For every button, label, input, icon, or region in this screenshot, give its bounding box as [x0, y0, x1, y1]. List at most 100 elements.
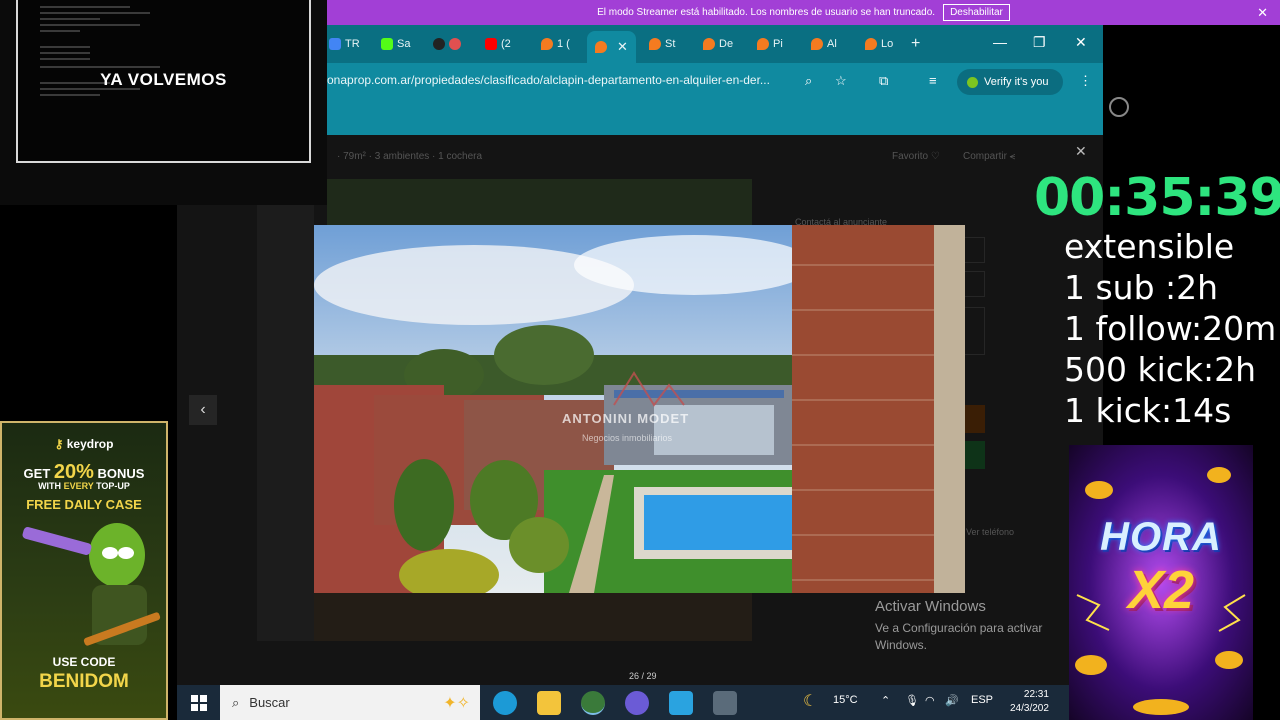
watermark-brand: ANTONINI MODET — [562, 411, 690, 426]
topup-prefix: WITH — [38, 481, 64, 491]
tab-label: Sa — [397, 38, 411, 50]
key-icon: ⚷ — [54, 437, 64, 451]
discord-icon[interactable] — [625, 691, 649, 715]
sparkle-icon: ✦✧ — [443, 695, 470, 712]
chevron-up-icon[interactable]: ⌃ — [881, 694, 890, 707]
taskbar-search[interactable]: ⌕ Buscar ✦✧ — [220, 685, 480, 720]
zonaprop-icon — [541, 38, 553, 50]
tab-9[interactable]: Pi — [757, 33, 783, 55]
terminal-text-line — [40, 30, 80, 32]
chevron-left-icon: ‹ — [200, 401, 206, 418]
media-controls-icon[interactable]: ≡ — [929, 73, 937, 88]
tab-8[interactable]: De — [703, 33, 733, 55]
zoom-icon[interactable]: ⌕ — [805, 73, 812, 89]
address-bar: onaprop.com.ar/propiedades/clasificado/a… — [327, 63, 1103, 99]
app-f-icon[interactable] — [669, 691, 693, 715]
verify-icon — [967, 76, 978, 88]
terminal-text-line — [40, 66, 160, 68]
courtyard-photo — [314, 225, 965, 593]
keydrop-logo: ⚷ keydrop — [2, 437, 166, 451]
microphone-icon[interactable]: 🎙 — [905, 694, 919, 707]
zonaprop-icon — [703, 38, 715, 50]
rule-line: extensible — [1064, 227, 1235, 266]
bonus-percent: 20% — [53, 461, 94, 483]
tab-active[interactable]: ✕ — [587, 31, 636, 63]
share-button[interactable]: Compartir ⪪ — [963, 151, 1015, 162]
zonaprop-icon — [757, 38, 769, 50]
file-explorer-icon[interactable] — [537, 691, 561, 715]
url-text[interactable]: onaprop.com.ar/propiedades/clasificado/a… — [327, 73, 770, 87]
youtube-icon — [485, 38, 497, 50]
menu-kebab-icon[interactable]: ⋮ — [1079, 73, 1092, 89]
calculator-icon[interactable] — [713, 691, 737, 715]
keydrop-ad: ⚷ keydrop GET 20% BONUS WITH EVERY TOP-U… — [0, 421, 168, 720]
tab-5[interactable]: 1 ( — [541, 33, 570, 55]
tab-label: De — [719, 38, 734, 50]
tab-label: Lo — [881, 38, 894, 50]
windows-start-icon[interactable] — [191, 695, 207, 711]
topup-highlight: EVERY — [63, 481, 94, 491]
background-photo — [257, 205, 314, 641]
restore-icon[interactable]: ❐ — [1033, 34, 1046, 51]
bonus-prefix: GET — [23, 466, 54, 481]
clock[interactable]: 22:31 24/3/202 — [1010, 688, 1049, 716]
previous-photo-button[interactable]: ‹ — [189, 395, 217, 425]
hora-x2-ad: HORA X2 — [1069, 445, 1253, 720]
tab-label: TR — [345, 38, 360, 50]
masked-character-illustration — [22, 523, 161, 646]
streamer-banner-message: El modo Streamer está habilitado. Los no… — [597, 7, 936, 18]
modal-close-icon[interactable]: ✕ — [1075, 143, 1087, 160]
extensions-icon[interactable]: ⧉ — [879, 73, 888, 89]
tab-3[interactable] — [433, 33, 461, 55]
banner-close-icon[interactable]: ✕ — [1257, 5, 1268, 21]
tab-2[interactable]: Sa — [381, 33, 410, 55]
topup-line: WITH EVERY TOP-UP — [2, 481, 166, 491]
moon-weather-icon: ☾ — [803, 693, 818, 710]
clock-time: 22:31 — [1023, 689, 1049, 700]
temperature[interactable]: 15°C — [833, 694, 858, 706]
phone-button[interactable]: Ver teléfono — [966, 527, 1014, 537]
bookmark-star-icon[interactable]: ☆ — [835, 73, 847, 89]
rule-line: 1 kick:14s — [1064, 391, 1232, 430]
tab-4[interactable]: (2 — [485, 33, 511, 55]
favorite-button[interactable]: Favorito ♡ — [892, 151, 940, 162]
docs-icon — [329, 38, 341, 50]
wifi-icon[interactable]: ◠ — [925, 694, 935, 707]
x2-title: X2 — [1127, 560, 1195, 620]
listing-summary: · 79m² · 3 ambientes · 1 cochera — [337, 151, 483, 162]
edge-icon[interactable] — [493, 691, 517, 715]
volume-icon[interactable]: 🔊 — [945, 694, 959, 707]
listing-photo: ANTONINI MODET Negocios inmobiliarios — [314, 225, 965, 593]
verify-label: Verify it's you — [984, 76, 1049, 88]
subathon-rules: extensible 1 sub :2h 1 follow:20m 500 ki… — [1064, 226, 1276, 431]
verify-chip[interactable]: Verify it's you — [957, 69, 1063, 95]
record-icon — [449, 38, 461, 50]
close-tab-icon[interactable]: ✕ — [617, 39, 628, 55]
tab-label: Al — [827, 38, 837, 50]
terminal-text-line — [40, 94, 100, 96]
tab-1[interactable]: TR — [329, 33, 360, 55]
disable-streamer-mode-button[interactable]: Deshabilitar — [943, 4, 1010, 21]
brb-overlay: YA VOLVEMOS — [0, 0, 327, 205]
zonaprop-icon — [811, 38, 823, 50]
tab-7[interactable]: St — [649, 33, 675, 55]
activate-windows-title: Activar Windows — [875, 598, 986, 615]
new-tab-button[interactable]: + — [911, 33, 920, 55]
language-indicator[interactable]: ESP — [971, 694, 993, 706]
browser-window: TR Sa (2 1 ( ✕ St De Pi Al Lo + — ❐ ✕ on… — [327, 25, 1103, 135]
minimize-icon[interactable]: — — [993, 34, 1007, 50]
terminal-text-line — [40, 18, 100, 20]
tab-10[interactable]: Al — [811, 33, 837, 55]
terminal-text-line — [40, 46, 90, 48]
stream-screen: El modo Streamer está habilitado. Los no… — [0, 0, 1280, 720]
taskbar: ⌕ Buscar ✦✧ ☾ 15°C ⌃ 🎙 ◠ 🔊 ESP 22:31 24/… — [177, 685, 1103, 720]
chrome-icon[interactable] — [581, 691, 605, 715]
tab-11[interactable]: Lo — [865, 33, 893, 55]
window-close-icon[interactable]: ✕ — [1075, 34, 1087, 51]
rule-line: 1 sub :2h — [1064, 268, 1219, 307]
tab-strip: TR Sa (2 1 ( ✕ St De Pi Al Lo + — ❐ ✕ — [327, 25, 1103, 63]
tab-label: Pi — [773, 38, 783, 50]
keydrop-brand: keydrop — [66, 437, 114, 451]
terminal-text-line — [40, 58, 90, 60]
terminal-text-line — [40, 12, 150, 14]
